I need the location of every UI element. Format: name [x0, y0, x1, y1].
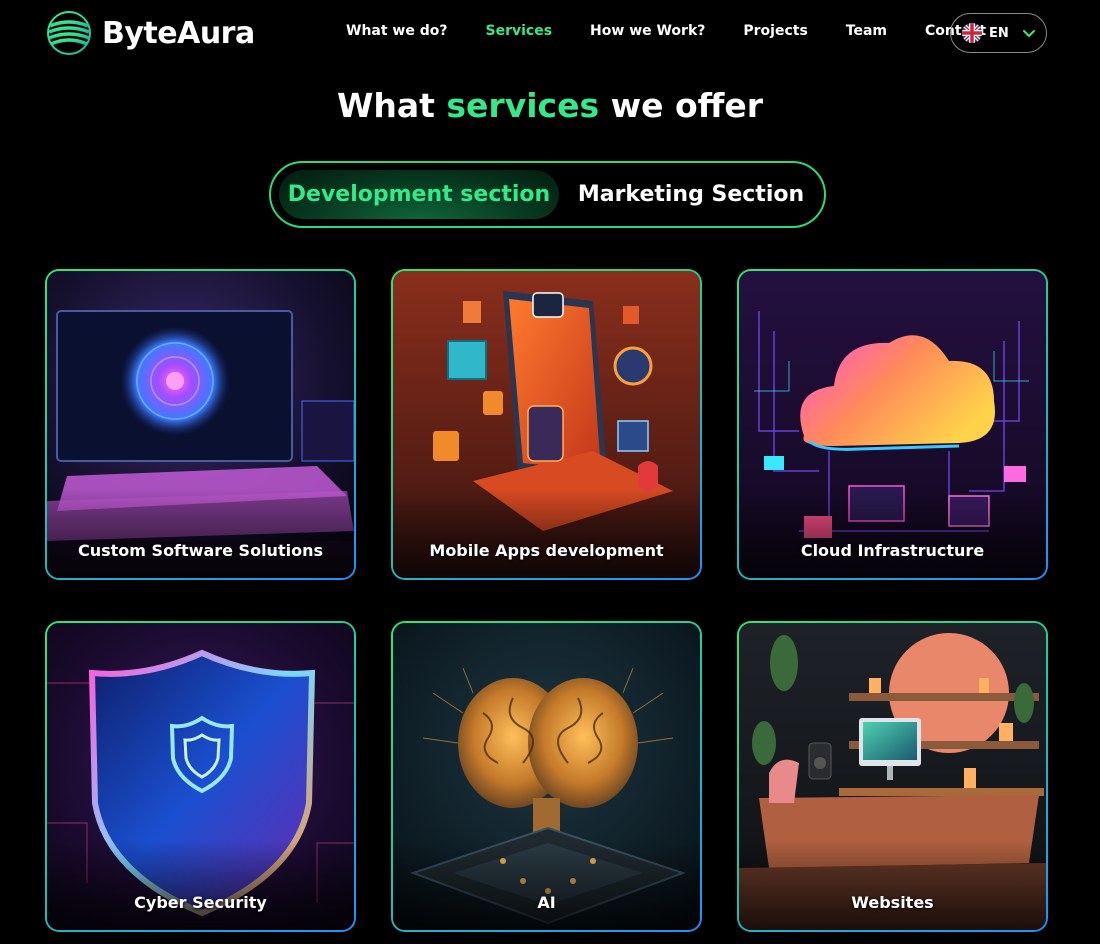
- service-card-cloud-infrastructure[interactable]: Cloud Infrastructure: [737, 269, 1048, 580]
- brand-name: ByteAura: [102, 15, 255, 51]
- card-shade: [739, 840, 1046, 930]
- service-title: Mobile Apps development: [429, 541, 664, 560]
- service-title: AI: [537, 893, 556, 912]
- card-shade: [47, 840, 354, 930]
- language-selector[interactable]: EN: [950, 13, 1047, 53]
- card-shade: [739, 488, 1046, 578]
- service-title: Websites: [851, 893, 934, 912]
- card-body: Cyber Security: [47, 623, 354, 930]
- service-title: Cyber Security: [134, 893, 267, 912]
- nav-item-team[interactable]: Team: [846, 23, 887, 39]
- card-shade: [393, 488, 700, 578]
- card-body: Websites: [739, 623, 1046, 930]
- language-code: EN: [989, 25, 1009, 41]
- card-body: Cloud Infrastructure: [739, 271, 1046, 578]
- card-body: AI: [393, 623, 700, 930]
- service-card-ai[interactable]: AI: [391, 621, 702, 932]
- service-card-mobile-apps[interactable]: Mobile Apps development: [391, 269, 702, 580]
- title-text-start: What: [336, 86, 447, 125]
- service-card-websites[interactable]: Websites: [737, 621, 1048, 932]
- service-card-custom-software[interactable]: Custom Software Solutions: [45, 269, 356, 580]
- nav-item-projects[interactable]: Projects: [743, 23, 807, 39]
- site-header: ByteAura What we do? Services How we Wor…: [0, 0, 1100, 66]
- uk-flag-icon: [962, 23, 982, 43]
- nav-item-how-we-work[interactable]: How we Work?: [590, 23, 705, 39]
- section-title: What services we offer: [0, 86, 1100, 125]
- chevron-down-icon: [1022, 30, 1035, 38]
- card-shade: [47, 488, 354, 578]
- nav-item-what-we-do[interactable]: What we do?: [346, 23, 448, 39]
- main-nav: What we do? Services How we Work? Projec…: [346, 23, 986, 39]
- brand-logo[interactable]: ByteAura: [46, 10, 255, 56]
- logo-icon: [47, 11, 91, 55]
- title-accent: services: [446, 86, 600, 125]
- service-title: Custom Software Solutions: [78, 541, 323, 560]
- card-shade: [393, 840, 700, 930]
- card-body: Custom Software Solutions: [47, 271, 354, 578]
- nav-item-services[interactable]: Services: [486, 23, 553, 39]
- development-section-button[interactable]: Development section: [279, 170, 559, 219]
- section-toggle: Development section Marketing Section: [269, 161, 826, 228]
- title-text-end: we offer: [599, 86, 764, 125]
- service-card-cyber-security[interactable]: Cyber Security: [45, 621, 356, 932]
- card-body: Mobile Apps development: [393, 271, 700, 578]
- marketing-section-button[interactable]: Marketing Section: [565, 170, 817, 219]
- service-title: Cloud Infrastructure: [800, 541, 985, 560]
